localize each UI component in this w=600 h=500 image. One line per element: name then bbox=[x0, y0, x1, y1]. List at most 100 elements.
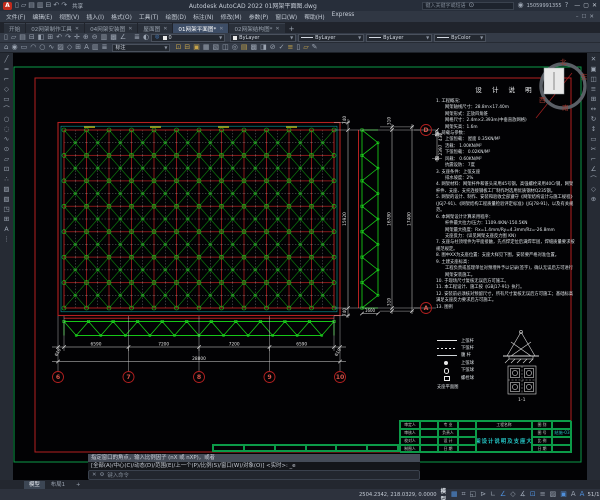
polar-tracking-icon[interactable]: ∠ bbox=[499, 490, 507, 499]
insert-block-icon[interactable]: ⊟ bbox=[183, 43, 191, 52]
pan-icon[interactable]: ✛ bbox=[73, 33, 81, 42]
tab-layout1[interactable]: 布局1 bbox=[46, 481, 70, 489]
plot-preview-icon[interactable]: ◧ bbox=[37, 33, 46, 42]
zoom-window-icon[interactable]: ⊕ bbox=[82, 33, 90, 42]
linetype-control[interactable]: ByLayer▼ bbox=[298, 34, 364, 42]
lineweight-icon[interactable]: ≡ bbox=[539, 490, 547, 499]
menu-item-6[interactable]: 绘图(D) bbox=[166, 12, 187, 21]
open-icon[interactable]: ▱ bbox=[20, 1, 27, 10]
share-button[interactable]: 共享 bbox=[72, 2, 83, 10]
tab-model[interactable]: 模型 bbox=[24, 481, 45, 489]
circle-tool-icon[interactable]: ○ bbox=[38, 43, 46, 52]
plot-icon[interactable]: ⊟ bbox=[28, 33, 36, 42]
polygon-tool-icon[interactable]: ◇ bbox=[66, 43, 73, 52]
open-file-icon[interactable]: ▱ bbox=[10, 33, 17, 42]
block-icon[interactable]: ⊡ bbox=[174, 43, 182, 52]
ortho-icon[interactable]: ∟ bbox=[489, 490, 497, 499]
mleader-style-icon[interactable]: ≣ bbox=[101, 43, 109, 52]
infer-constraints-icon[interactable]: ◱ bbox=[469, 490, 478, 499]
qnew-icon[interactable]: ▯ bbox=[3, 33, 9, 42]
file-tab-0[interactable]: 开始 bbox=[4, 23, 25, 33]
file-tab-4[interactable]: 01网架平面图*✕ bbox=[173, 23, 228, 33]
close-tab-icon[interactable]: ✕ bbox=[275, 26, 279, 32]
autoscale-icon[interactable]: A bbox=[579, 490, 586, 499]
matchprops2-icon[interactable]: ◨ bbox=[259, 43, 268, 52]
table-tool-icon[interactable]: ⊞ bbox=[74, 43, 82, 52]
file-tab-2[interactable]: 04网架安装图✕ bbox=[85, 23, 137, 33]
draworder-icon[interactable]: ◫ bbox=[221, 43, 230, 52]
menu-item-1[interactable]: 编辑(E) bbox=[32, 12, 52, 21]
markup-icon[interactable]: ✎ bbox=[311, 43, 319, 52]
menu-item-0[interactable]: 文件(F) bbox=[6, 12, 25, 21]
new-tab-button[interactable]: + bbox=[286, 25, 298, 33]
selection-cycling-icon[interactable]: ▣ bbox=[559, 490, 568, 499]
file-tab-3[interactable]: 屋面图✕ bbox=[138, 23, 172, 33]
snap-point-icon[interactable]: ◉ bbox=[10, 43, 18, 52]
redo-icon[interactable]: ↷ bbox=[64, 33, 72, 42]
isodraft-icon[interactable]: ◇ bbox=[509, 490, 516, 499]
plotstyle-control[interactable]: ByColor▼ bbox=[434, 34, 486, 42]
maximize-button[interactable]: ▢ bbox=[583, 2, 589, 9]
dynamic-input-icon[interactable]: ⊳ bbox=[479, 490, 487, 499]
model-space-label[interactable]: 模型 bbox=[441, 487, 446, 500]
hatch-tool-icon[interactable]: ▨ bbox=[56, 43, 65, 52]
lineweight-control[interactable]: ByLayer▼ bbox=[366, 34, 432, 42]
xref-icon[interactable]: ▣ bbox=[192, 43, 201, 52]
transparency-icon[interactable]: ▨ bbox=[549, 490, 558, 499]
user-id[interactable]: 15059991355 bbox=[527, 3, 562, 9]
doc-restore-button[interactable]: ☐ bbox=[581, 14, 586, 20]
undo-icon[interactable]: ↶ bbox=[55, 33, 63, 42]
close-tab-icon[interactable]: ✕ bbox=[219, 26, 223, 32]
home-icon[interactable]: ⌂ bbox=[3, 43, 9, 52]
command-input[interactable]: 键入命令 bbox=[107, 471, 129, 479]
close-tab-icon[interactable]: ✕ bbox=[163, 26, 167, 32]
autocad-logo-icon[interactable]: A bbox=[3, 2, 12, 10]
undo-icon[interactable]: ↶ bbox=[52, 1, 60, 10]
audit-icon[interactable]: ✓ bbox=[278, 43, 286, 52]
save-file-icon[interactable]: ▤ bbox=[18, 33, 27, 42]
sheetset-icon[interactable]: ▱ bbox=[302, 43, 309, 52]
spline-tool-icon[interactable]: ∿ bbox=[47, 43, 55, 52]
style-dropdown[interactable]: 标注 ▼ bbox=[112, 44, 170, 52]
menu-item-8[interactable]: 修改(M) bbox=[221, 12, 242, 21]
zoom-previous-icon[interactable]: ⊖ bbox=[91, 33, 99, 42]
user-icon[interactable]: ◉ bbox=[516, 1, 524, 10]
menu-item-4[interactable]: 格式(O) bbox=[111, 12, 132, 21]
close-button[interactable]: ✕ bbox=[592, 2, 597, 9]
rectangle-tool-icon[interactable]: ▭ bbox=[20, 43, 29, 52]
menu-item-12[interactable]: Express bbox=[332, 12, 355, 21]
grid-icon[interactable]: ▦ bbox=[450, 490, 459, 499]
menu-item-9[interactable]: 参数(P) bbox=[249, 12, 269, 21]
match-properties-icon[interactable]: ▩ bbox=[109, 33, 118, 42]
dim-style-icon[interactable]: ▥ bbox=[91, 43, 100, 52]
layer-dropdown[interactable]: ◎ 0 ▼ bbox=[151, 34, 225, 42]
color-control[interactable]: ByLayer▼ bbox=[230, 34, 296, 42]
menu-item-5[interactable]: 工具(T) bbox=[139, 12, 159, 21]
layer-properties-icon[interactable]: ≣ bbox=[133, 33, 141, 42]
ungroup-icon[interactable]: ▧ bbox=[211, 43, 220, 52]
purge-icon[interactable]: ⊘ bbox=[269, 43, 277, 52]
drawing-canvas[interactable]: ╱≈⌐◇▭⌒○◌∿⊙▱⊡∴▨▧◳⊞A⋮ ✕▣◫≡⊞↔↻↕▭✂⌐∠⌒◇⊕ bbox=[0, 53, 600, 480]
arc-tool-icon[interactable]: ◠ bbox=[29, 43, 37, 52]
object-snap-tracking-icon[interactable]: ∡ bbox=[519, 490, 527, 499]
help-icon[interactable]: ? bbox=[564, 1, 570, 10]
doc-close-button[interactable]: ✕ bbox=[589, 14, 594, 20]
file-tab-1[interactable]: 02网架制作工具✕ bbox=[26, 23, 84, 33]
close-tab-icon[interactable]: ✕ bbox=[128, 26, 132, 32]
command-customize-icon[interactable]: ⚙ bbox=[100, 472, 105, 478]
menu-item-10[interactable]: 窗口(W) bbox=[275, 12, 297, 21]
doc-minimize-button[interactable]: – bbox=[576, 14, 579, 20]
tool-palettes-icon[interactable]: ▯ bbox=[295, 43, 301, 52]
saveas-icon[interactable]: ▥ bbox=[36, 1, 45, 10]
group-icon[interactable]: ▦ bbox=[202, 43, 211, 52]
search-input[interactable]: 键入关键字或短语 ⊙ bbox=[422, 2, 514, 10]
search-icon[interactable]: ⊙ bbox=[467, 1, 475, 10]
save-icon[interactable]: ▤ bbox=[27, 1, 36, 10]
text-tool-icon[interactable]: A bbox=[83, 43, 90, 52]
command-window[interactable]: 指定窗口的角点，输入比例因子 (nX 或 nXP)，或者 [全部(A)/中心(C… bbox=[88, 454, 420, 481]
menu-item-3[interactable]: 插入(I) bbox=[86, 12, 104, 21]
layer-walk-icon[interactable]: ≡ bbox=[286, 43, 294, 52]
annotation-visibility-icon[interactable]: A bbox=[570, 490, 577, 499]
command-close-icon[interactable]: ✕ bbox=[92, 472, 97, 478]
new-layout-button[interactable]: + bbox=[71, 481, 86, 489]
